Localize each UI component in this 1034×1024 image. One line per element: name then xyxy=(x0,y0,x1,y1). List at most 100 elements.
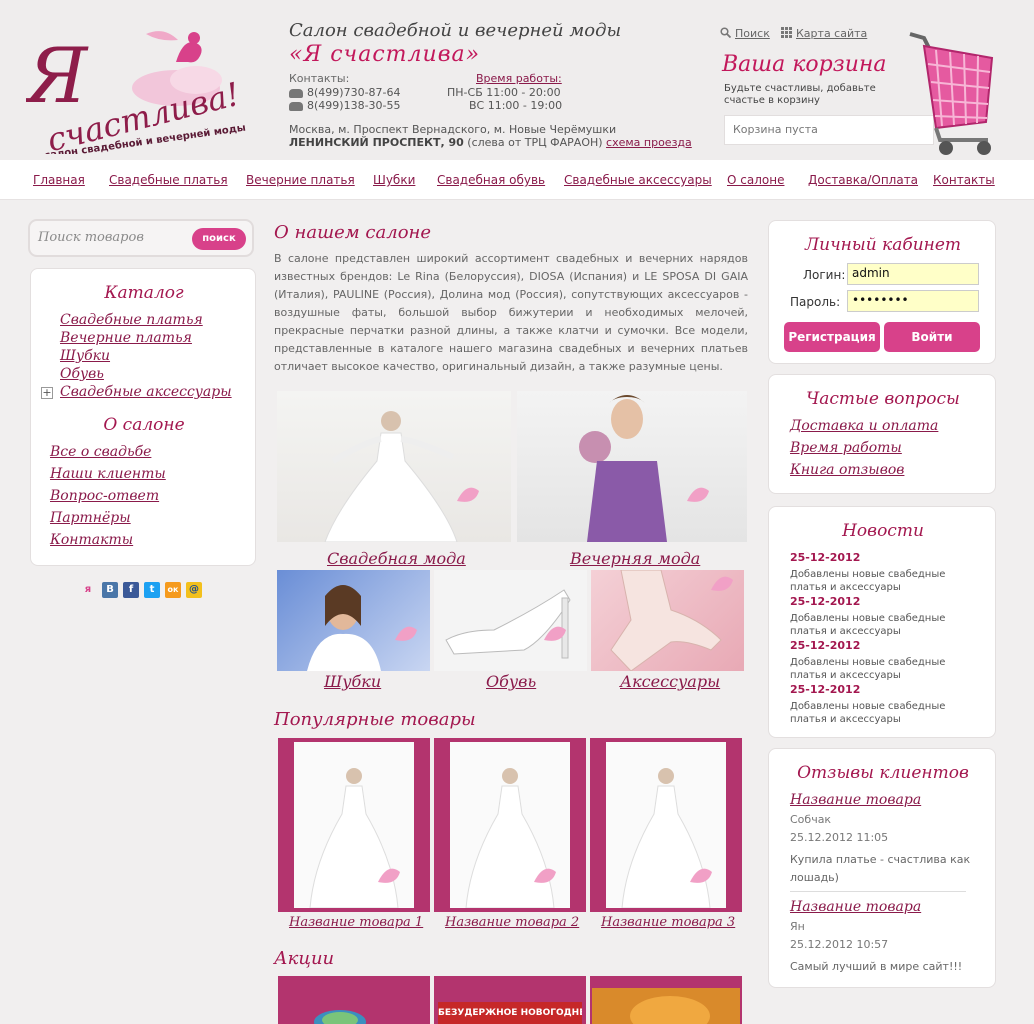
nav-furs[interactable]: Шубки xyxy=(373,173,415,187)
review-date: 25.12.2012 11:05 xyxy=(790,831,889,844)
product-image[interactable] xyxy=(294,742,414,908)
twitter-icon[interactable]: t xyxy=(144,582,160,598)
search-input[interactable]: Поиск товаров xyxy=(38,230,144,245)
cart-title[interactable]: Ваша корзина xyxy=(722,52,886,77)
phone-icon xyxy=(289,101,303,111)
main-nav: Главная Свадебные платья Вечерние платья… xyxy=(0,160,1034,200)
wedding-fashion-image[interactable] xyxy=(277,391,511,542)
evening-dress-picture xyxy=(579,395,709,542)
cart-status[interactable]: Корзина пуста xyxy=(724,115,934,145)
nav-about[interactable]: О салоне xyxy=(727,173,784,187)
nav-wedding-accessories[interactable]: Свадебные аксессуары xyxy=(564,173,712,187)
shoes-link[interactable]: Обувь xyxy=(486,672,536,691)
odnoklassniki-icon[interactable]: ок xyxy=(165,582,181,598)
product-card-3[interactable] xyxy=(590,738,742,912)
site-header: Я счастлива! салон свадебной и вечерней … xyxy=(0,0,1034,160)
furs-image[interactable] xyxy=(277,570,430,671)
phone-icon xyxy=(289,88,303,98)
shoes-image[interactable] xyxy=(434,570,587,671)
nav-wedding-dresses[interactable]: Свадебные платья xyxy=(109,173,228,187)
salon-name: «Я счастлива» xyxy=(289,42,481,67)
promo-banner-2[interactable]: БЕЗУДЕРЖНОЕ НОВОГОДНЕЕ xyxy=(434,976,586,1024)
catalog-item-shoes[interactable]: Обувь xyxy=(60,366,104,382)
product-card-1[interactable] xyxy=(278,738,430,912)
accessories-image[interactable] xyxy=(591,570,744,671)
about-item-clients[interactable]: Наши клиенты xyxy=(50,466,166,482)
news-text[interactable]: Добавлены новые свабедные платья и аксес… xyxy=(790,568,970,594)
search-link[interactable]: Поиск xyxy=(720,27,770,40)
about-item-wedding[interactable]: Все о свадьбе xyxy=(50,444,151,460)
facebook-icon[interactable]: f xyxy=(123,582,139,598)
product-image[interactable] xyxy=(606,742,726,908)
phone-2: 8(499)138-30-55 xyxy=(289,99,401,112)
nav-evening-dresses[interactable]: Вечерние платья xyxy=(246,173,355,187)
faq-hours-link[interactable]: Время работы xyxy=(790,440,902,456)
login-button[interactable]: Войти xyxy=(884,322,980,352)
popular-products-heading: Популярные товары xyxy=(274,709,476,730)
wedding-fashion-link[interactable]: Свадебная мода xyxy=(327,549,466,568)
about-item-partners[interactable]: Партнёры xyxy=(50,510,131,526)
search-button[interactable]: поиск xyxy=(192,228,246,250)
news-panel: Новости 25-12-2012 Добавлены новые свабе… xyxy=(768,506,996,738)
promo-banner-3[interactable] xyxy=(590,976,742,1024)
faq-reviews-link[interactable]: Книга отзывов xyxy=(790,462,904,478)
sitemap-icon xyxy=(781,27,792,38)
catalog-item-evening-dresses[interactable]: Вечерние платья xyxy=(60,330,192,346)
hours-label: Время работы: xyxy=(476,72,562,85)
review-product-link[interactable]: Название товара xyxy=(790,899,921,915)
directions-link[interactable]: схема проезда xyxy=(606,136,692,149)
register-button[interactable]: Регистрация xyxy=(784,322,880,352)
news-text[interactable]: Добавлены новые свабедные платья и аксес… xyxy=(790,700,970,726)
catalog-item-wedding-dresses[interactable]: Свадебные платья xyxy=(60,312,203,328)
product-name-3[interactable]: Название товара 3 xyxy=(601,915,735,930)
product-name-2[interactable]: Название товара 2 xyxy=(445,915,579,930)
promotions-heading: Акции xyxy=(274,948,335,969)
news-date: 25-12-2012 xyxy=(790,683,861,696)
evening-fashion-link[interactable]: Вечерняя мода xyxy=(570,549,700,568)
shopping-cart-icon[interactable] xyxy=(906,28,998,158)
accessories-link[interactable]: Аксессуары xyxy=(620,672,720,691)
logo[interactable]: Я счастлива! салон свадебной и вечерней … xyxy=(26,22,246,154)
login-label: Логин: xyxy=(803,268,846,282)
product-search: Поиск товаров поиск xyxy=(28,219,254,257)
product-name-1[interactable]: Название товара 1 xyxy=(289,915,423,930)
catalog-item-furs[interactable]: Шубки xyxy=(60,348,110,364)
contacts-label: Контакты: xyxy=(289,72,350,85)
about-item-faq[interactable]: Вопрос-ответ xyxy=(50,488,159,504)
mailru-icon[interactable]: @ xyxy=(186,582,202,598)
review-divider xyxy=(790,891,966,892)
faq-panel: Частые вопросы Доставка и оплата Время р… xyxy=(768,374,996,494)
promo-image xyxy=(314,1010,366,1024)
nav-home[interactable]: Главная xyxy=(33,173,85,187)
review-text: Самый лучший в мире сайт!!! xyxy=(790,960,963,973)
sitemap-link[interactable]: Карта сайта xyxy=(781,27,867,40)
product-image[interactable] xyxy=(450,742,570,908)
expand-icon[interactable]: + xyxy=(41,387,53,399)
news-text[interactable]: Добавлены новые свабедные платья и аксес… xyxy=(790,656,970,682)
nav-contacts[interactable]: Контакты xyxy=(933,173,995,187)
nav-wedding-shoes[interactable]: Свадебная обувь xyxy=(437,173,545,187)
about-item-contacts[interactable]: Контакты xyxy=(50,532,133,548)
reviews-title: Отзывы клиентов xyxy=(797,763,969,783)
promo-image xyxy=(592,988,740,1024)
evening-fashion-image[interactable] xyxy=(517,391,747,542)
salon-title: Салон свадебной и вечерней моды xyxy=(289,20,622,41)
about-salon-title: О салоне xyxy=(103,415,185,435)
product-card-2[interactable] xyxy=(434,738,586,912)
news-title: Новости xyxy=(842,521,924,541)
nav-delivery[interactable]: Доставка/Оплата xyxy=(808,173,918,187)
faq-delivery-link[interactable]: Доставка и оплата xyxy=(790,418,938,434)
review-product-link[interactable]: Название товара xyxy=(790,792,921,808)
catalog-item-accessories[interactable]: Свадебные аксессуары xyxy=(60,384,232,400)
promo-banner-1[interactable] xyxy=(278,976,430,1024)
catalog-panel: Каталог Свадебные платья Вечерние платья… xyxy=(30,268,256,566)
faq-title: Частые вопросы xyxy=(806,389,960,409)
about-salon-heading: О нашем салоне xyxy=(274,222,432,243)
login-input[interactable]: admin xyxy=(847,263,979,285)
furs-link[interactable]: Шубки xyxy=(324,672,381,691)
vkontakte-icon[interactable]: В xyxy=(102,582,118,598)
news-text[interactable]: Добавлены новые свабедные платья и аксес… xyxy=(790,612,970,638)
ya-schastliva-icon[interactable]: я xyxy=(80,582,96,598)
password-input[interactable]: •••••••• xyxy=(847,290,979,312)
phone-1: 8(499)730-87-64 xyxy=(289,86,401,99)
